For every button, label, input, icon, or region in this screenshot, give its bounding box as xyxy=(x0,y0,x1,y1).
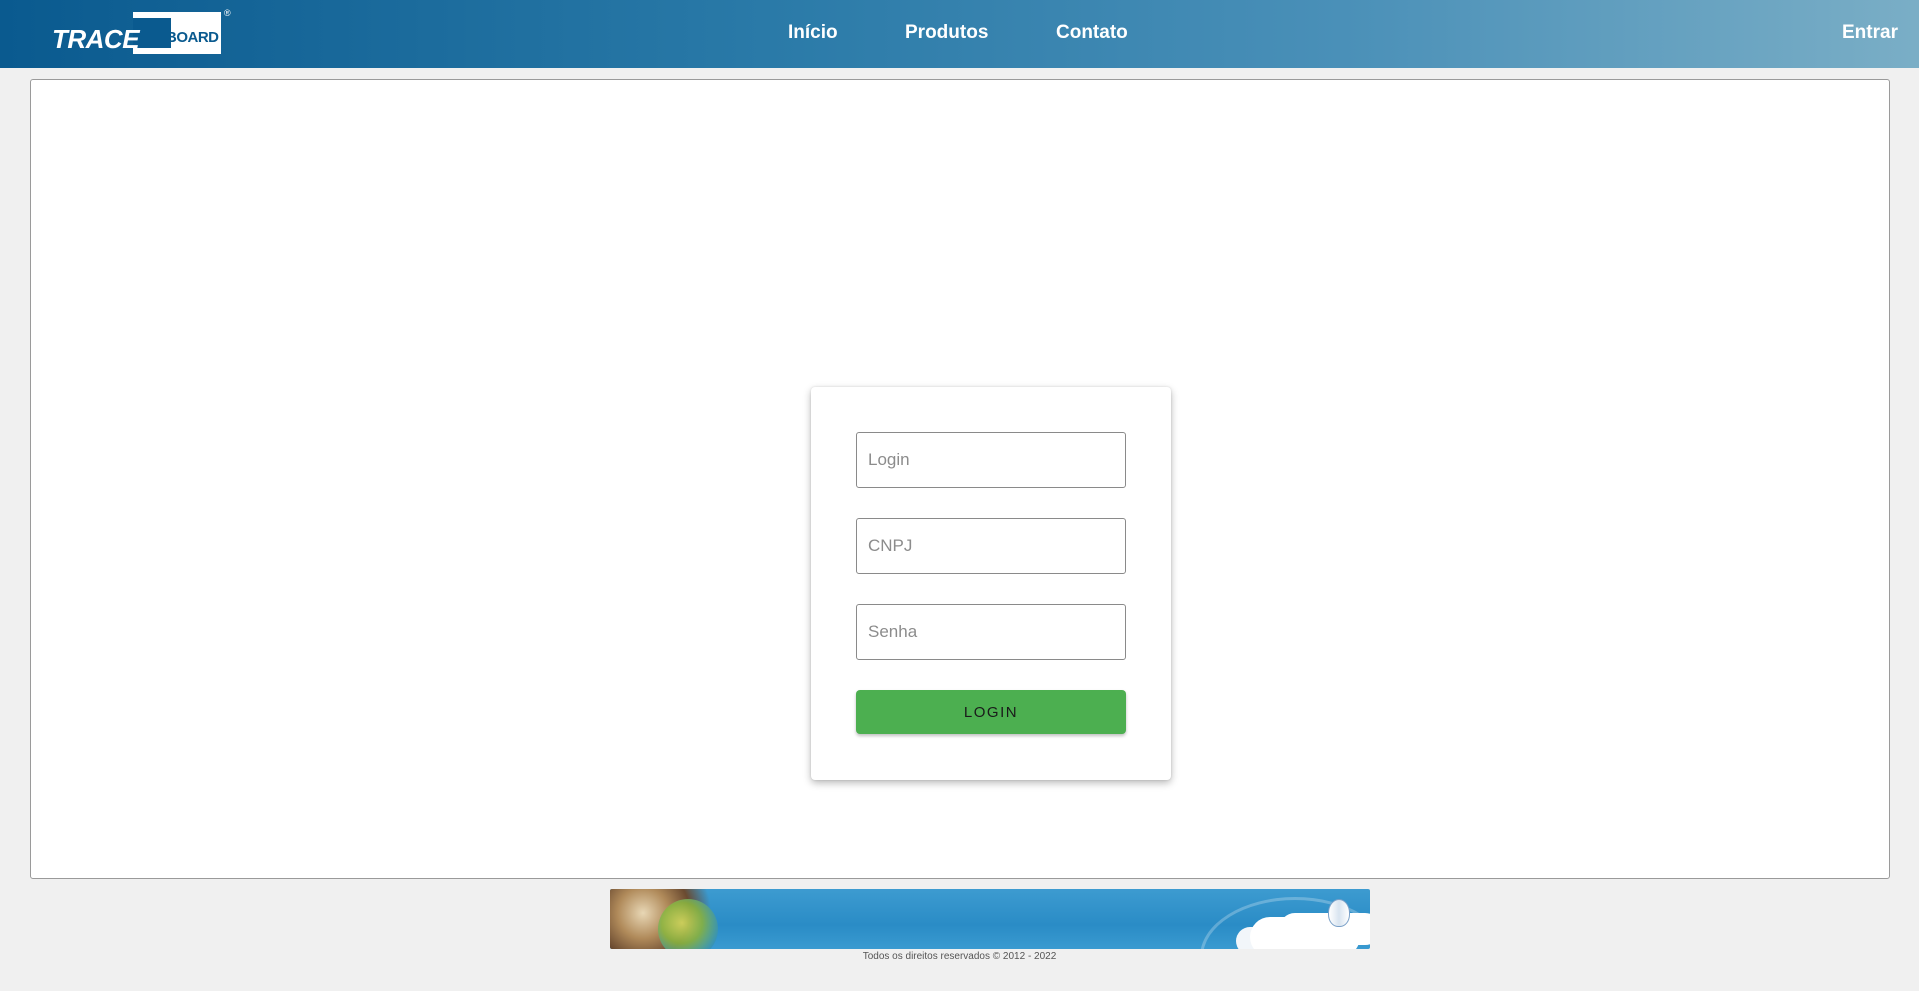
main-content-panel: LOGIN xyxy=(30,79,1890,879)
top-navbar: TRACE BOARD ® Início Produtos Contato En… xyxy=(0,0,1919,68)
footer-banner xyxy=(610,889,1370,949)
nav-link-entrar[interactable]: Entrar xyxy=(1842,22,1898,44)
balloon-icon xyxy=(1328,899,1350,927)
nav-link-produtos[interactable]: Produtos xyxy=(905,22,988,44)
copyright-text: Todos os direitos reservados © 2012 - 20… xyxy=(862,951,1057,962)
cnpj-input[interactable] xyxy=(856,518,1126,574)
nav-link-inicio[interactable]: Início xyxy=(788,22,838,44)
login-input[interactable] xyxy=(856,432,1126,488)
main-nav: Início Produtos Contato Entrar xyxy=(0,22,1919,46)
nav-link-contato[interactable]: Contato xyxy=(1056,22,1128,44)
login-card: LOGIN xyxy=(811,387,1171,780)
login-button[interactable]: LOGIN xyxy=(856,690,1126,734)
registered-mark: ® xyxy=(224,8,231,18)
senha-input[interactable] xyxy=(856,604,1126,660)
